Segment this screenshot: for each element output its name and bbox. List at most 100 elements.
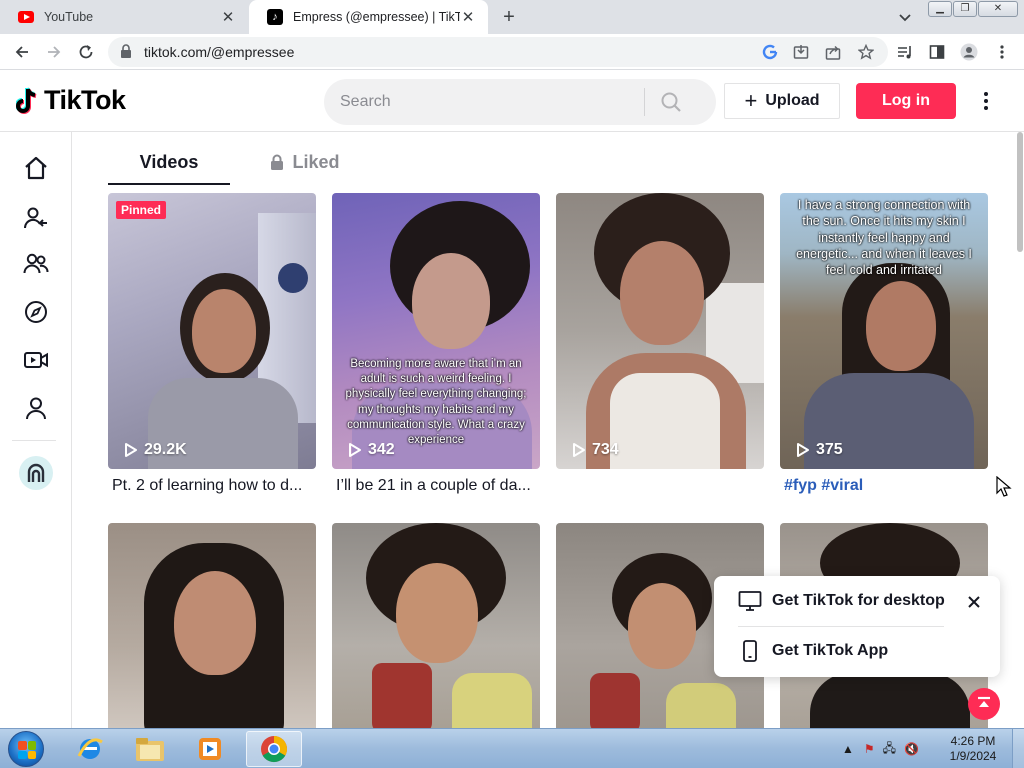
view-count-value: 375 [816,441,843,458]
tab-search-chevron-icon[interactable] [896,8,914,26]
side-panel-icon[interactable] [928,43,946,61]
browser-toolbar: tiktok.com/@empressee [0,34,1024,70]
upload-button[interactable]: + Upload [724,83,840,119]
friends-icon[interactable] [22,250,50,278]
play-icon [797,443,809,457]
action-center-flag-icon[interactable]: ⚑ [864,742,875,756]
view-count: 734 [572,441,619,459]
view-count-value: 29.2K [144,441,187,458]
tray-expand-icon[interactable]: ▲ [842,742,854,756]
browser-tab-strip: YouTube ✕ ♪ Empress (@empressee) | TikTo… [0,0,1024,34]
profile-icon[interactable] [22,394,50,422]
system-tray: ▲ ⚑ 🖧 🔇 [842,729,919,768]
play-icon [573,443,585,457]
restore-button[interactable]: ❐ [953,1,977,17]
taskbar-clock[interactable]: 4:26 PM 1/9/2024 [944,734,1002,764]
home-icon[interactable] [22,154,50,182]
video-card[interactable] [108,523,316,728]
plus-icon: + [744,88,758,113]
video-caption: #fyp #viral [780,477,988,495]
get-desktop-label: Get TikTok for desktop [772,592,945,609]
close-window-button[interactable]: ✕ [978,1,1018,17]
video-card[interactable]: 734 [556,193,764,469]
tiktok-favicon-icon: ♪ [267,9,283,25]
minimize-button[interactable]: ▁ [928,1,952,17]
search-icon [661,92,681,112]
tab-liked[interactable]: Liked [244,140,366,184]
view-count: 342 [348,441,395,459]
following-icon[interactable] [22,204,50,232]
get-app-link[interactable]: Get TikTok App [738,636,888,666]
clock-time: 4:26 PM [950,734,996,748]
tiktok-wordmark: TikTok [44,85,126,115]
video-card[interactable]: Becoming more aware that i’m an adult is… [332,193,540,469]
desktop-monitor-icon [738,591,762,611]
new-tab-button[interactable]: + [498,7,520,29]
start-button[interactable] [8,731,44,767]
google-icon[interactable] [761,43,779,61]
chrome-taskbar-icon[interactable] [246,731,302,767]
video-card[interactable] [332,523,540,728]
video-caption[interactable]: I’ll be 21 in a couple of da... [332,477,540,495]
profile-tabs: Videos Liked [108,140,988,186]
profile-avatar-icon[interactable] [960,43,978,61]
media-player-icon[interactable] [182,731,238,767]
volume-muted-icon[interactable]: 🔇 [904,742,919,756]
tab-title: YouTube [44,10,94,24]
page-scrollbar[interactable] [1016,132,1024,728]
get-app-label: Get TikTok App [772,642,889,659]
creator-avatar-icon[interactable] [19,456,53,490]
video-caption[interactable]: Pt. 2 of learning how to d... [108,477,316,495]
internet-explorer-icon[interactable] [62,731,118,767]
explore-compass-icon[interactable] [22,298,50,326]
bookmark-star-icon[interactable] [857,43,875,61]
view-count-value: 342 [368,441,395,458]
video-overlay-text: Becoming more aware that i’m an adult is… [345,358,527,446]
lock-icon[interactable] [120,43,132,61]
search-button[interactable] [645,79,697,125]
share-icon[interactable] [824,43,842,61]
hashtag-link[interactable]: #fyp [784,477,817,494]
play-icon [349,443,361,457]
tiktok-header: TikTok + Upload Log in [0,71,1024,132]
tab-youtube[interactable]: YouTube ✕ [0,0,248,34]
back-arrow-icon[interactable] [10,40,34,64]
youtube-favicon-icon [18,9,34,25]
chrome-menu-icon[interactable] [993,43,1011,61]
more-options-icon[interactable] [976,89,996,113]
rail-divider [12,440,56,441]
play-icon [125,443,137,457]
scrollbar-thumb[interactable] [1017,132,1023,252]
network-icon[interactable]: 🖧 [883,739,896,760]
close-tab-icon[interactable]: ✕ [460,9,476,26]
video-card[interactable]: I have a strong connection with the sun.… [780,193,988,469]
close-popup-icon[interactable] [964,592,984,612]
left-nav-rail [0,132,72,728]
windows-taskbar: ▲ ⚑ 🖧 🔇 4:26 PM 1/9/2024 [0,728,1024,768]
hashtag-link[interactable]: #viral [821,477,863,494]
reload-icon[interactable] [74,40,98,64]
install-app-icon[interactable] [792,43,810,61]
tab-tiktok[interactable]: ♪ Empress (@empressee) | TikTok ✕ [249,0,488,34]
tiktok-logo[interactable]: TikTok [16,85,126,116]
tab-videos[interactable]: Videos [108,140,230,184]
get-desktop-link[interactable]: Get TikTok for desktop [738,586,945,616]
popup-divider [738,626,944,627]
url-text: tiktok.com/@empressee [144,44,295,60]
scroll-to-top-button[interactable] [968,688,1000,720]
file-explorer-icon[interactable] [122,731,178,767]
video-thumbnail [108,193,316,469]
arrow-up-icon [978,696,990,707]
video-card[interactable]: Pinned 29.2K [108,193,316,469]
tab-title: Empress (@empressee) | TikTok [293,10,460,24]
tab-liked-label: Liked [292,151,340,172]
login-button[interactable]: Log in [856,83,956,119]
live-video-icon[interactable] [22,346,50,374]
reading-list-icon[interactable] [896,43,914,61]
close-tab-icon[interactable]: ✕ [220,9,236,26]
view-count-value: 734 [592,441,619,458]
forward-arrow-icon[interactable] [42,40,66,64]
search-input[interactable] [324,93,644,111]
show-desktop-button[interactable] [1012,729,1024,768]
tiktok-note-icon [16,86,37,114]
